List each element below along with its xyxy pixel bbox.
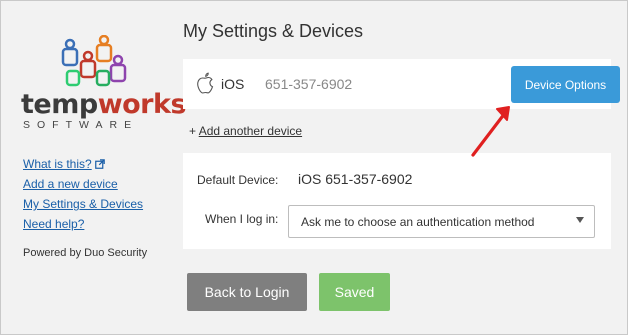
chevron-down-icon	[576, 217, 584, 223]
main-panel: My Settings & Devices iOS 651-357-6902 D…	[169, 1, 627, 334]
external-link-icon	[94, 159, 105, 169]
back-to-login-button[interactable]: Back to Login	[187, 273, 307, 311]
annotation-arrow-icon	[471, 106, 510, 157]
page-title: My Settings & Devices	[183, 21, 364, 41]
duo-settings-frame: tempworks SOFTWARE What is this? Add a n…	[0, 0, 628, 335]
my-settings-devices-link[interactable]: My Settings & Devices	[23, 194, 163, 214]
add-another-device-link[interactable]: Add another device	[199, 124, 302, 138]
sidebar-links: What is this? Add a new device My Settin…	[23, 154, 163, 234]
powered-by-text: Powered by Duo Security	[23, 247, 148, 259]
login-method-value: Ask me to choose an authentication metho…	[301, 215, 535, 229]
what-is-this-label: What is this?	[23, 157, 92, 171]
default-device-value: iOS 651-357-6902	[298, 171, 413, 187]
logo-wordmark: tempworks	[21, 89, 187, 120]
add-new-device-link[interactable]: Add a new device	[23, 174, 163, 194]
settings-card: Default Device: iOS 651-357-6902 When I …	[183, 153, 611, 249]
login-method-select[interactable]: Ask me to choose an authentication metho…	[288, 205, 595, 238]
saved-button[interactable]: Saved	[319, 273, 390, 311]
device-os: iOS	[221, 76, 245, 92]
need-help-link[interactable]: Need help?	[23, 214, 163, 234]
device-card: iOS 651-357-6902 Device Options	[183, 59, 620, 109]
sidebar: tempworks SOFTWARE What is this? Add a n…	[1, 1, 187, 334]
puzzle-people-logo-icon	[61, 35, 127, 87]
apple-icon	[197, 72, 214, 94]
tempworks-logo: tempworks SOFTWARE	[21, 35, 187, 131]
add-device-plus: +	[189, 124, 199, 138]
add-another-device: + Add another device	[189, 124, 302, 138]
logo-subtitle: SOFTWARE	[23, 119, 139, 131]
device-phone-number: 651-357-6902	[265, 76, 353, 92]
when-i-log-in-label: When I log in:	[205, 212, 279, 226]
default-device-label: Default Device:	[197, 173, 279, 187]
logo-word-temp: temp	[21, 89, 98, 120]
what-is-this-link[interactable]: What is this?	[23, 154, 163, 174]
device-options-button[interactable]: Device Options	[511, 66, 620, 103]
